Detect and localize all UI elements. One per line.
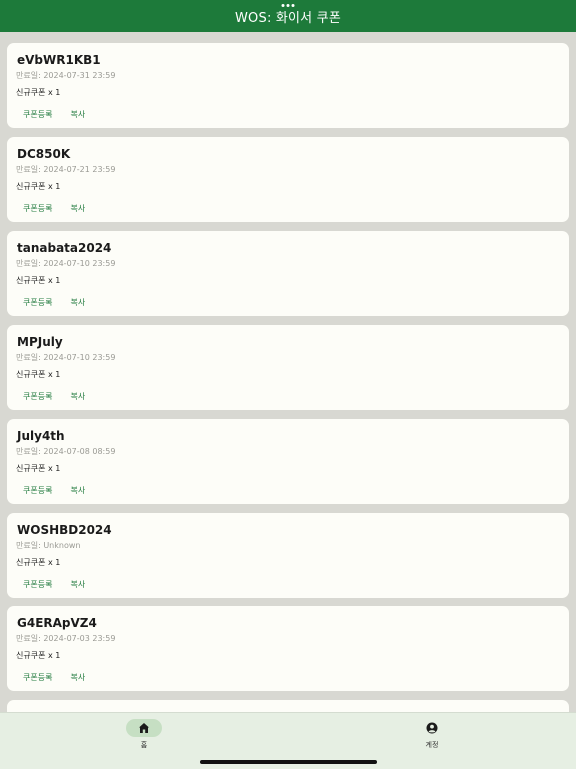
copy-button[interactable]: 복사 <box>70 485 85 496</box>
coupon-code: G4ERApVZ4 <box>17 616 97 630</box>
register-coupon-button[interactable]: 쿠폰등록 <box>23 203 52 214</box>
coupon-card: July4th 만료일: 2024-07-08 08:59 신규쿠폰 x 1 쿠… <box>7 419 569 504</box>
home-indicator <box>200 760 377 764</box>
coupon-reward: 신규쿠폰 x 1 <box>16 651 61 660</box>
coupon-expire: 만료일: 2024-07-21 23:59 <box>16 165 116 174</box>
tab-account[interactable]: 계정 <box>392 719 472 759</box>
more-dots-icon[interactable] <box>281 4 295 7</box>
coupon-expire: 만료일: 2024-07-10 23:59 <box>16 353 116 362</box>
tab-account-label: 계정 <box>425 741 439 749</box>
coupon-expire: 만료일: 2024-07-08 08:59 <box>16 447 116 456</box>
copy-button[interactable]: 복사 <box>70 579 85 590</box>
copy-button[interactable]: 복사 <box>70 672 85 683</box>
coupon-expire: 만료일: 2024-07-31 23:59 <box>16 71 116 80</box>
register-coupon-button[interactable]: 쿠폰등록 <box>23 485 52 496</box>
coupon-card: MPJuly 만료일: 2024-07-10 23:59 신규쿠폰 x 1 쿠폰… <box>7 325 569 410</box>
coupon-code: WOSHBD2024 <box>17 523 112 537</box>
copy-button[interactable]: 복사 <box>70 391 85 402</box>
copy-button[interactable]: 복사 <box>70 109 85 120</box>
coupon-expire: 만료일: 2024-07-03 23:59 <box>16 634 116 643</box>
coupon-card: WOSHBD2024 만료일: Unknown 신규쿠폰 x 1 쿠폰등록 복사 <box>7 513 569 598</box>
coupon-card: eVbWR1KB1 만료일: 2024-07-31 23:59 신규쿠폰 x 1… <box>7 43 569 128</box>
coupon-expire: 만료일: 2024-07-10 23:59 <box>16 259 116 268</box>
tab-home[interactable]: 홈 <box>104 719 184 759</box>
register-coupon-button[interactable]: 쿠폰등록 <box>23 391 52 402</box>
copy-button[interactable]: 복사 <box>70 203 85 214</box>
coupon-code: DC850K <box>17 147 71 161</box>
register-coupon-button[interactable]: 쿠폰등록 <box>23 672 52 683</box>
coupon-code: tanabata2024 <box>17 241 112 255</box>
coupon-card-partial <box>7 700 569 712</box>
coupon-reward: 신규쿠폰 x 1 <box>16 88 61 97</box>
coupon-code: July4th <box>17 429 65 443</box>
page-title: WOS: 화이서 쿠폰 <box>235 10 341 26</box>
coupon-reward: 신규쿠폰 x 1 <box>16 276 61 285</box>
coupon-code: MPJuly <box>17 335 63 349</box>
coupon-card: DC850K 만료일: 2024-07-21 23:59 신규쿠폰 x 1 쿠폰… <box>7 137 569 222</box>
coupon-reward: 신규쿠폰 x 1 <box>16 558 61 567</box>
copy-button[interactable]: 복사 <box>70 297 85 308</box>
coupon-reward: 신규쿠폰 x 1 <box>16 182 61 191</box>
register-coupon-button[interactable]: 쿠폰등록 <box>23 109 52 120</box>
tab-home-label: 홈 <box>140 741 148 749</box>
register-coupon-button[interactable]: 쿠폰등록 <box>23 297 52 308</box>
coupon-reward: 신규쿠폰 x 1 <box>16 370 61 379</box>
coupon-list[interactable]: eVbWR1KB1 만료일: 2024-07-31 23:59 신규쿠폰 x 1… <box>0 32 576 712</box>
app-header: WOS: 화이서 쿠폰 <box>0 0 576 32</box>
coupon-expire: 만료일: Unknown <box>16 541 81 550</box>
coupon-code: eVbWR1KB1 <box>17 53 101 67</box>
coupon-card: G4ERApVZ4 만료일: 2024-07-03 23:59 신규쿠폰 x 1… <box>7 606 569 691</box>
account-icon <box>414 719 450 737</box>
home-icon <box>126 719 162 737</box>
register-coupon-button[interactable]: 쿠폰등록 <box>23 579 52 590</box>
coupon-reward: 신규쿠폰 x 1 <box>16 464 61 473</box>
coupon-card: tanabata2024 만료일: 2024-07-10 23:59 신규쿠폰 … <box>7 231 569 316</box>
